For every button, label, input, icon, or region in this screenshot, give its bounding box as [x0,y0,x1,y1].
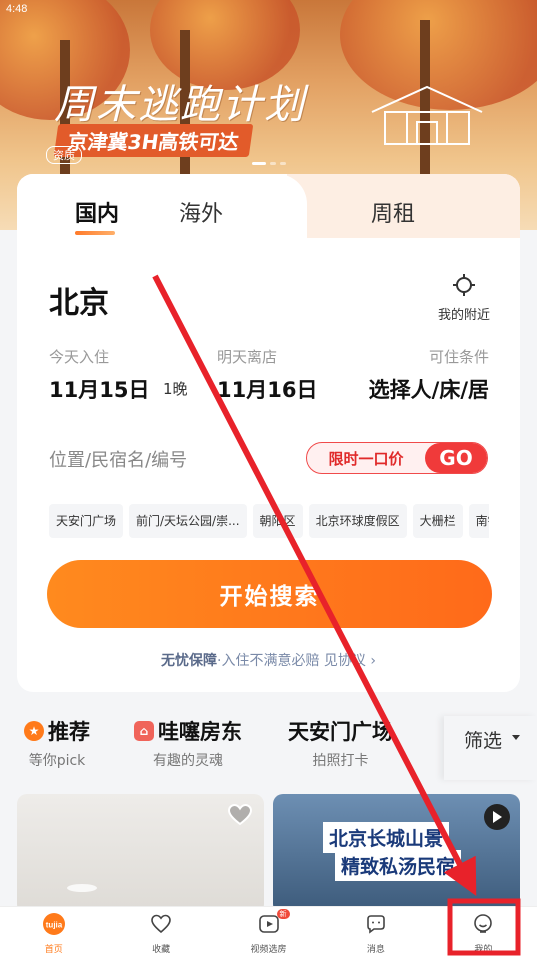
nav-label: 我的 [474,945,493,955]
category-recommend[interactable]: ★ 推荐 等你pick [24,716,90,770]
keyword-input[interactable]: 位置/民宿名/编号 [49,446,187,472]
category-title: 天安门广场 [288,720,393,744]
nearby-label: 我的附近 [437,308,490,323]
category-row: ★ 推荐 等你pick ⌂ 哇噻房东 有趣的灵魂 天安门广场 拍照打卡 筛选 [0,716,537,780]
nights-count: 1晚 [163,380,188,398]
active-tab-indicator [75,231,115,235]
promo-go: GO [425,443,487,473]
banner-title: 周末逃跑计划 [54,82,306,128]
listing-card[interactable]: 北京长城山景 精致私汤民宿 [273,794,520,914]
heart-icon [151,914,171,934]
guarantee-agreement[interactable]: 见协议 › [324,653,376,669]
hot-tag[interactable]: 南锣 [468,504,489,538]
tab-weekly-rent[interactable]: 周租 [371,196,415,228]
category-tiananmen[interactable]: 天安门广场 拍照打卡 [288,716,393,770]
banner-pagination [251,162,286,165]
guarantee-link[interactable]: 无忧保障·入住不满意必赔 见协议 › [17,650,520,670]
hot-tags: 天安门广场 前门/天坛公园/崇... 朝阳区 北京环球度假区 大栅栏 南锣 [49,504,489,538]
hot-tag[interactable]: 大栅栏 [412,504,463,538]
host-icon: ⌂ [134,721,154,741]
nav-label: 收藏 [152,945,171,955]
search-card: 国内 海外 周租 北京 我的附近 今天入住 11月15日 1晚 明天离店 11月… [17,174,520,692]
start-search-button[interactable]: 开始搜索 [47,560,492,628]
new-badge: 新 [276,909,290,919]
nav-messages[interactable]: 消息 [322,907,429,956]
checkin-date[interactable]: 11月15日 [49,374,149,404]
listing-overlay-title: 北京长城山景 [323,822,450,853]
category-title: 推荐 [48,720,90,744]
nav-video[interactable]: 新 视频选房 [215,907,322,956]
profile-icon [474,914,493,933]
promo-text: 限时一口价 [328,449,404,468]
guarantee-rest: ·入住不满意必赔 [217,653,320,669]
home-logo-icon: tujia [42,913,65,935]
hot-tag[interactable]: 北京环球度假区 [308,504,407,538]
caret-down-icon [512,735,520,740]
category-title: 哇噻房东 [158,720,242,744]
checkout-date[interactable]: 11月16日 [217,374,317,404]
city-selector[interactable]: 北京 [49,278,109,322]
nearby-button[interactable]: 我的附近 [438,274,490,323]
nav-label: 视频选房 [250,945,287,955]
nav-profile[interactable]: 我的 [430,907,537,956]
nav-label: 消息 [366,945,385,955]
status-time: 4:48 [6,3,28,15]
guarantee-main: 无忧保障 [161,653,218,669]
svg-text:tujia: tujia [45,921,62,930]
category-host[interactable]: ⌂ 哇噻房东 有趣的灵魂 [134,716,242,770]
filter-button[interactable]: 筛选 [444,716,537,780]
promo-button[interactable]: 限时一口价 GO [306,442,488,474]
locate-icon [452,274,475,296]
ad-badge[interactable]: 资质 [46,146,82,164]
listing-card[interactable] [17,794,264,914]
conditions-selector[interactable]: 选择人/床/居 [369,374,489,404]
nav-label: 首页 [44,945,63,955]
tab-overseas[interactable]: 海外 [179,196,223,228]
message-icon [367,915,385,934]
nav-home[interactable]: tujia 首页 [0,907,107,956]
category-sub: 拍照打卡 [312,753,369,769]
category-sub: 等你pick [28,753,86,769]
filter-label: 筛选 [464,730,503,752]
nav-favorites[interactable]: 收藏 [107,907,214,956]
date-picker[interactable]: 今天入住 11月15日 1晚 明天离店 11月16日 可住条件 选择人/床/居 [49,346,489,406]
listing-overlay-subtitle: 精致私汤民宿 [335,850,462,881]
category-sub: 有趣的灵魂 [153,753,223,769]
play-icon[interactable] [484,804,510,830]
cabin-illustration [371,85,483,145]
star-icon: ★ [24,721,44,741]
video-icon [258,915,279,933]
checkin-label: 今天入住 [49,348,110,366]
bottom-nav: tujia 首页 收藏 新 视频选房 消息 我的 [0,906,537,956]
favorite-heart-icon[interactable] [228,804,252,826]
hot-tag[interactable]: 朝阳区 [252,504,303,538]
tab-domestic[interactable]: 国内 [75,196,119,228]
ceiling-light [67,884,97,892]
tab-bar: 国内 海外 周租 [17,174,520,238]
conditions-label: 可住条件 [428,348,489,366]
hot-tag[interactable]: 天安门广场 [49,504,124,538]
checkout-label: 明天离店 [217,348,278,366]
hot-tag[interactable]: 前门/天坛公园/崇... [129,504,247,538]
banner-subtitle: 京津冀3H高铁可达 [53,124,253,157]
